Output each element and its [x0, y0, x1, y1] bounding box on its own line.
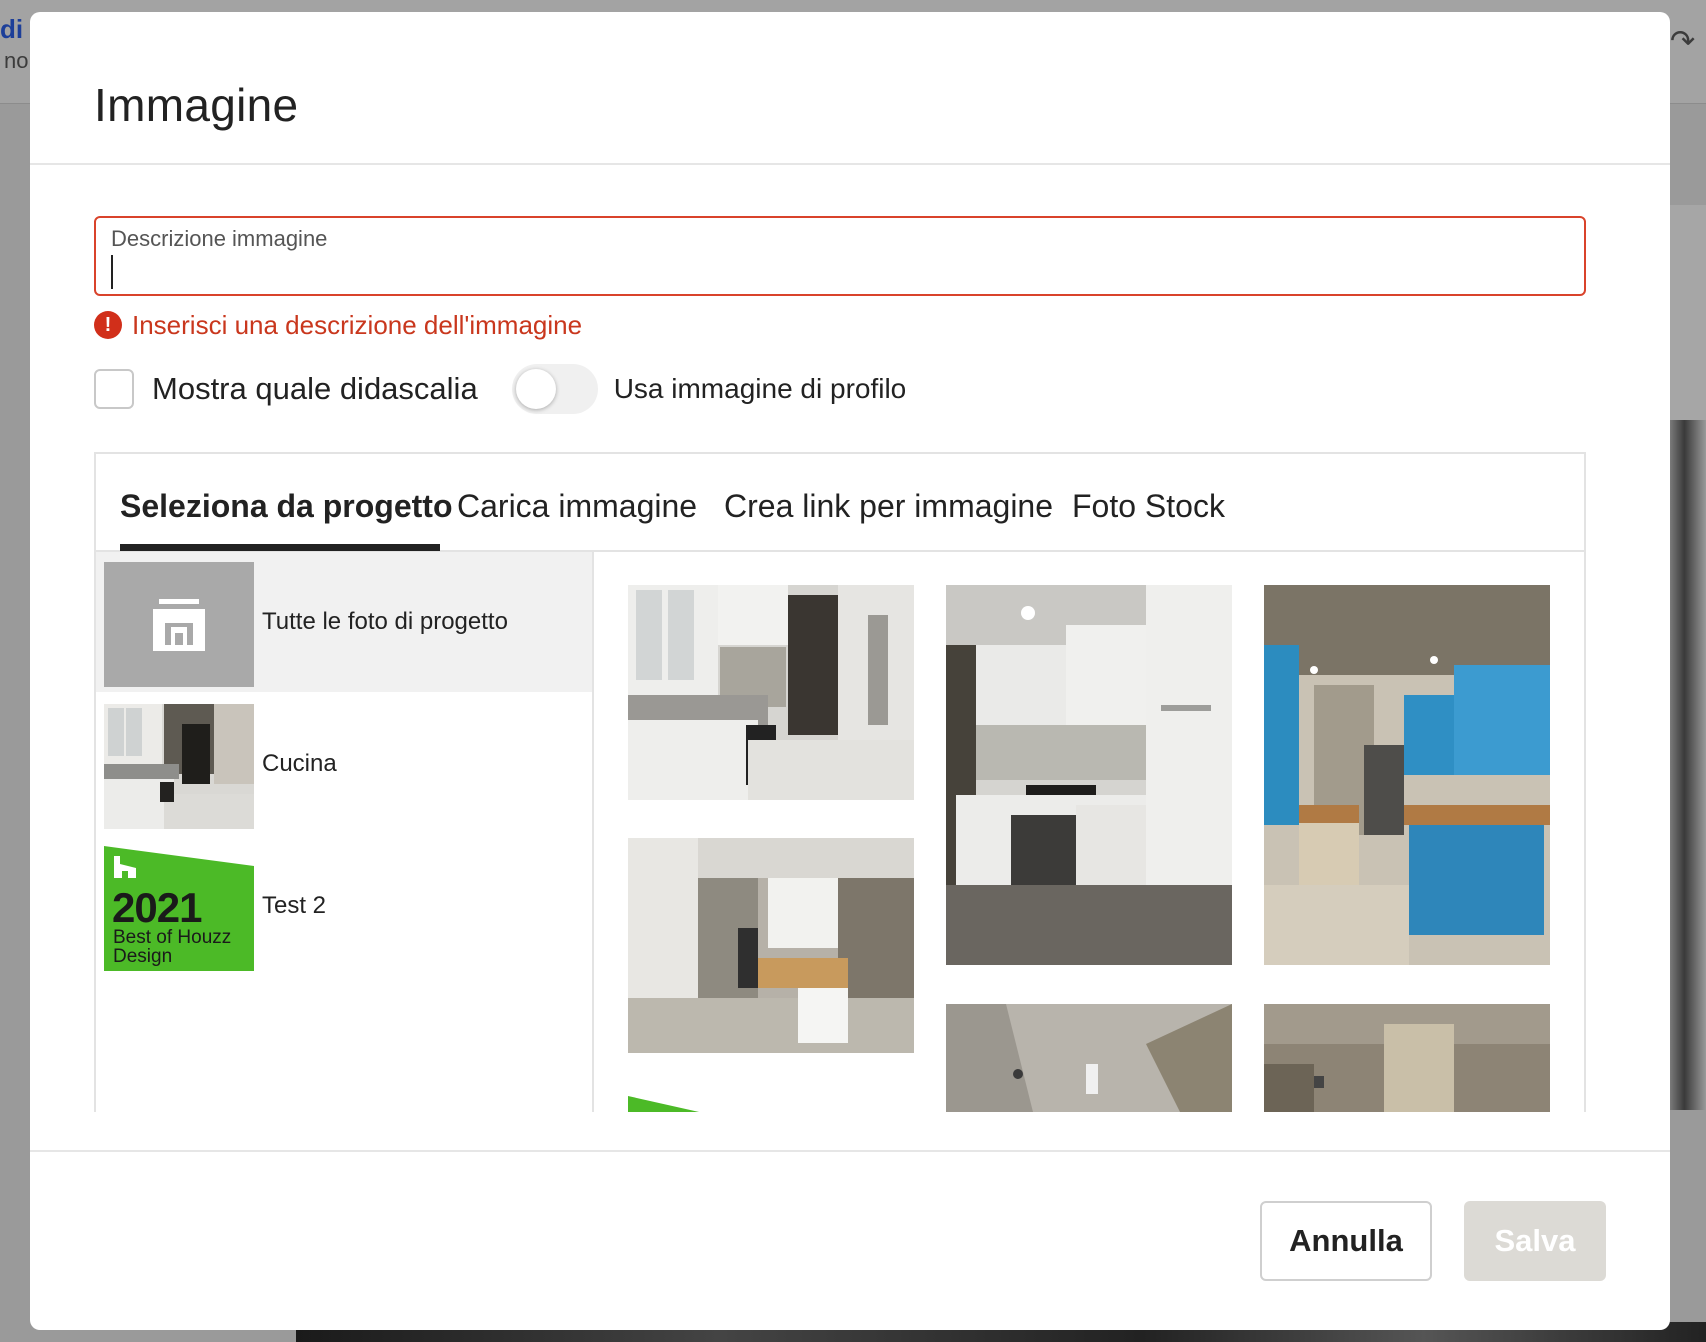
tab-upload-image[interactable]: Carica immagine	[457, 488, 697, 525]
album-icon	[153, 598, 205, 651]
album-name: Cucina	[262, 750, 337, 777]
kitchen-photo	[628, 585, 914, 800]
kitchen-renovation-photo	[628, 838, 914, 1053]
album-name: Tutte le foto di progetto	[262, 608, 508, 635]
album-item-all-photos[interactable]: Tutte le foto di progetto	[96, 552, 592, 692]
kitchen-photo	[946, 585, 1232, 965]
error-icon: !	[94, 311, 122, 339]
houzz-badge: 2021 Best of Houzz Design	[104, 846, 254, 971]
album-list: Tutte le foto di progetto Cucina 2021 Be…	[96, 552, 594, 1112]
image-description-field[interactable]: Descrizione immagine	[94, 216, 1586, 296]
dialog-body: Descrizione immagine ! Inserisci una des…	[30, 167, 1670, 1112]
gallery-photo[interactable]	[1264, 1004, 1550, 1112]
ceiling-photo	[946, 1004, 1232, 1112]
dialog-title: Immagine	[94, 79, 299, 131]
background-panel	[1670, 205, 1706, 420]
profile-image-toggle[interactable]	[511, 364, 598, 414]
redo-arrow-icon: ↷	[1670, 25, 1696, 58]
photo-gallery	[596, 552, 1586, 1112]
active-tab-indicator	[120, 544, 440, 551]
description-error: ! Inserisci una descrizione dell'immagin…	[94, 307, 582, 343]
cancel-button[interactable]: Annulla	[1260, 1201, 1432, 1281]
album-item-kitchen[interactable]: Cucina	[96, 694, 592, 834]
badge-line-2: Design	[113, 946, 173, 967]
text-caret	[111, 255, 113, 289]
gallery-photo[interactable]	[946, 585, 1232, 965]
album-item-test-2[interactable]: 2021 Best of Houzz Design Test 2	[96, 836, 592, 976]
houzz-logo-icon	[114, 856, 136, 878]
image-description-input[interactable]	[110, 252, 1570, 290]
badge-text: Best of Houzz Design	[113, 928, 231, 966]
save-button[interactable]: Salva	[1464, 1201, 1606, 1281]
gallery-photo[interactable]	[628, 585, 914, 800]
background-subtext: no	[4, 48, 29, 73]
show-caption-label[interactable]: Mostra quale didascalia	[152, 371, 478, 407]
profile-image-label[interactable]: Usa immagine di profilo	[614, 373, 907, 405]
gallery-photo[interactable]	[628, 1092, 914, 1112]
dialog-footer: Annulla Salva	[30, 1150, 1670, 1330]
wall-corner-photo	[1264, 1004, 1550, 1112]
gallery-photo[interactable]	[946, 1004, 1232, 1112]
kitchen-photo	[104, 704, 254, 829]
album-name: Test 2	[262, 892, 327, 919]
houzz-badge-photo	[628, 1096, 700, 1112]
background-photo	[1670, 420, 1706, 1110]
source-tabs: Seleziona da progetto Carica immagine Cr…	[96, 454, 1584, 552]
toggle-knob	[515, 369, 556, 409]
album-thumbnail	[104, 562, 254, 687]
image-source-panel: Seleziona da progetto Carica immagine Cr…	[94, 452, 1586, 1112]
badge-line-1: Best of Houzz	[113, 927, 232, 948]
gallery-photo[interactable]	[628, 838, 914, 1053]
gallery-photo[interactable]	[1264, 585, 1550, 965]
badge-year: 2021	[112, 884, 202, 931]
tab-stock-photos[interactable]: Foto Stock	[1072, 488, 1225, 525]
tab-create-image-link[interactable]: Crea link per immagine	[724, 488, 1053, 525]
show-caption-checkbox[interactable]	[94, 369, 134, 409]
kitchen-thumbnail	[104, 704, 254, 829]
tab-select-from-project[interactable]: Seleziona da progetto	[120, 488, 452, 525]
image-options: Mostra quale didascalia Usa immagine di …	[94, 364, 906, 414]
description-error-text: Inserisci una descrizione dell'immagine	[132, 309, 583, 340]
dialog-header: Immagine	[30, 12, 1670, 165]
blue-cabinets-photo	[1264, 585, 1550, 965]
image-description-label: Descrizione immagine	[111, 226, 328, 251]
image-dialog: Immagine Descrizione immagine ! Inserisc…	[30, 12, 1670, 1330]
